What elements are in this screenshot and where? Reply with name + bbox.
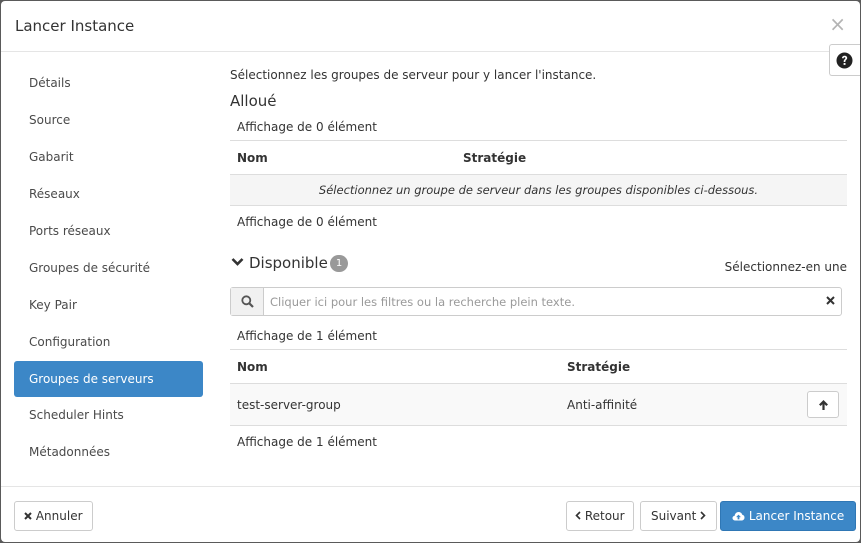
nav-item-security-groups[interactable]: Groupes de sécurité xyxy=(14,250,203,287)
times-icon xyxy=(24,511,32,520)
nav-item-scheduler-hints[interactable]: Scheduler Hints xyxy=(14,397,203,434)
available-title: Disponible xyxy=(249,254,328,272)
allocated-title: Alloué xyxy=(230,92,277,110)
nav-item-metadata[interactable]: Métadonnées xyxy=(14,434,203,471)
back-button[interactable]: Retour xyxy=(566,501,634,531)
help-button[interactable] xyxy=(829,44,860,76)
search-input[interactable] xyxy=(265,288,815,315)
cancel-button[interactable]: Annuler xyxy=(14,501,93,531)
divider xyxy=(230,349,847,350)
available-badge: 1 xyxy=(330,255,348,272)
nav-item-key-pair[interactable]: Key Pair xyxy=(14,287,203,324)
close-icon[interactable]: × xyxy=(829,14,846,34)
modal-header: Lancer Instance × xyxy=(1,1,860,52)
allocated-col-name[interactable]: Nom xyxy=(237,151,268,165)
launch-instance-modal: Lancer Instance × Détails Source Gabarit… xyxy=(1,1,860,542)
search-bar xyxy=(230,287,842,316)
allocated-empty-message: Sélectionnez un groupe de serveur dans l… xyxy=(318,183,759,197)
chevron-left-icon xyxy=(575,511,581,520)
nav-item-networks[interactable]: Réseaux xyxy=(14,176,203,213)
row-name: test-server-group xyxy=(237,398,341,412)
allocated-empty-row: Sélectionnez un groupe de serveur dans l… xyxy=(230,174,847,206)
available-col-strategy[interactable]: Stratégie xyxy=(567,360,630,374)
wizard-nav: Détails Source Gabarit Réseaux Ports rés… xyxy=(14,65,203,471)
available-col-name[interactable]: Nom xyxy=(237,360,268,374)
cloud-upload-icon xyxy=(732,511,745,520)
nav-item-server-groups[interactable]: Groupes de serveurs xyxy=(14,361,203,397)
nav-item-source[interactable]: Source xyxy=(14,102,203,139)
chevron-right-icon xyxy=(700,511,706,520)
arrow-up-icon xyxy=(819,400,828,410)
available-count-top: Affichage de 1 élément xyxy=(237,329,377,343)
nav-item-network-ports[interactable]: Ports réseaux xyxy=(14,213,203,250)
allocated-count-top: Affichage de 0 élément xyxy=(237,120,377,134)
row-strategy: Anti-affinité xyxy=(567,398,638,412)
table-row: test-server-group Anti-affinité xyxy=(230,383,847,426)
cancel-label: Annuler xyxy=(35,509,83,523)
allocated-count-bottom: Affichage de 0 élément xyxy=(237,215,377,229)
launch-label: Lancer Instance xyxy=(748,509,845,523)
nav-item-flavor[interactable]: Gabarit xyxy=(14,139,203,176)
allocate-button[interactable] xyxy=(807,391,839,418)
nav-item-details[interactable]: Détails xyxy=(14,65,203,102)
chevron-down-icon xyxy=(231,258,244,266)
times-icon[interactable] xyxy=(826,296,835,305)
back-label: Retour xyxy=(584,509,625,523)
nav-item-configuration[interactable]: Configuration xyxy=(14,324,203,361)
modal-footer: Annuler Retour Suivant Lancer Instance xyxy=(1,486,860,542)
launch-instance-button[interactable]: Lancer Instance xyxy=(720,501,857,531)
divider xyxy=(230,140,847,141)
allocated-col-strategy[interactable]: Stratégie xyxy=(463,151,526,165)
available-count-bottom: Affichage de 1 élément xyxy=(237,435,377,449)
modal-title: Lancer Instance xyxy=(15,17,135,35)
next-label: Suivant xyxy=(651,509,697,523)
pick-one-hint: Sélectionnez-en une xyxy=(724,260,847,274)
lead-text: Sélectionnez les groupes de serveur pour… xyxy=(230,68,597,82)
search-addon xyxy=(231,288,264,315)
question-circle-icon xyxy=(836,52,853,69)
search-icon xyxy=(241,295,254,308)
next-button[interactable]: Suivant xyxy=(640,501,718,531)
